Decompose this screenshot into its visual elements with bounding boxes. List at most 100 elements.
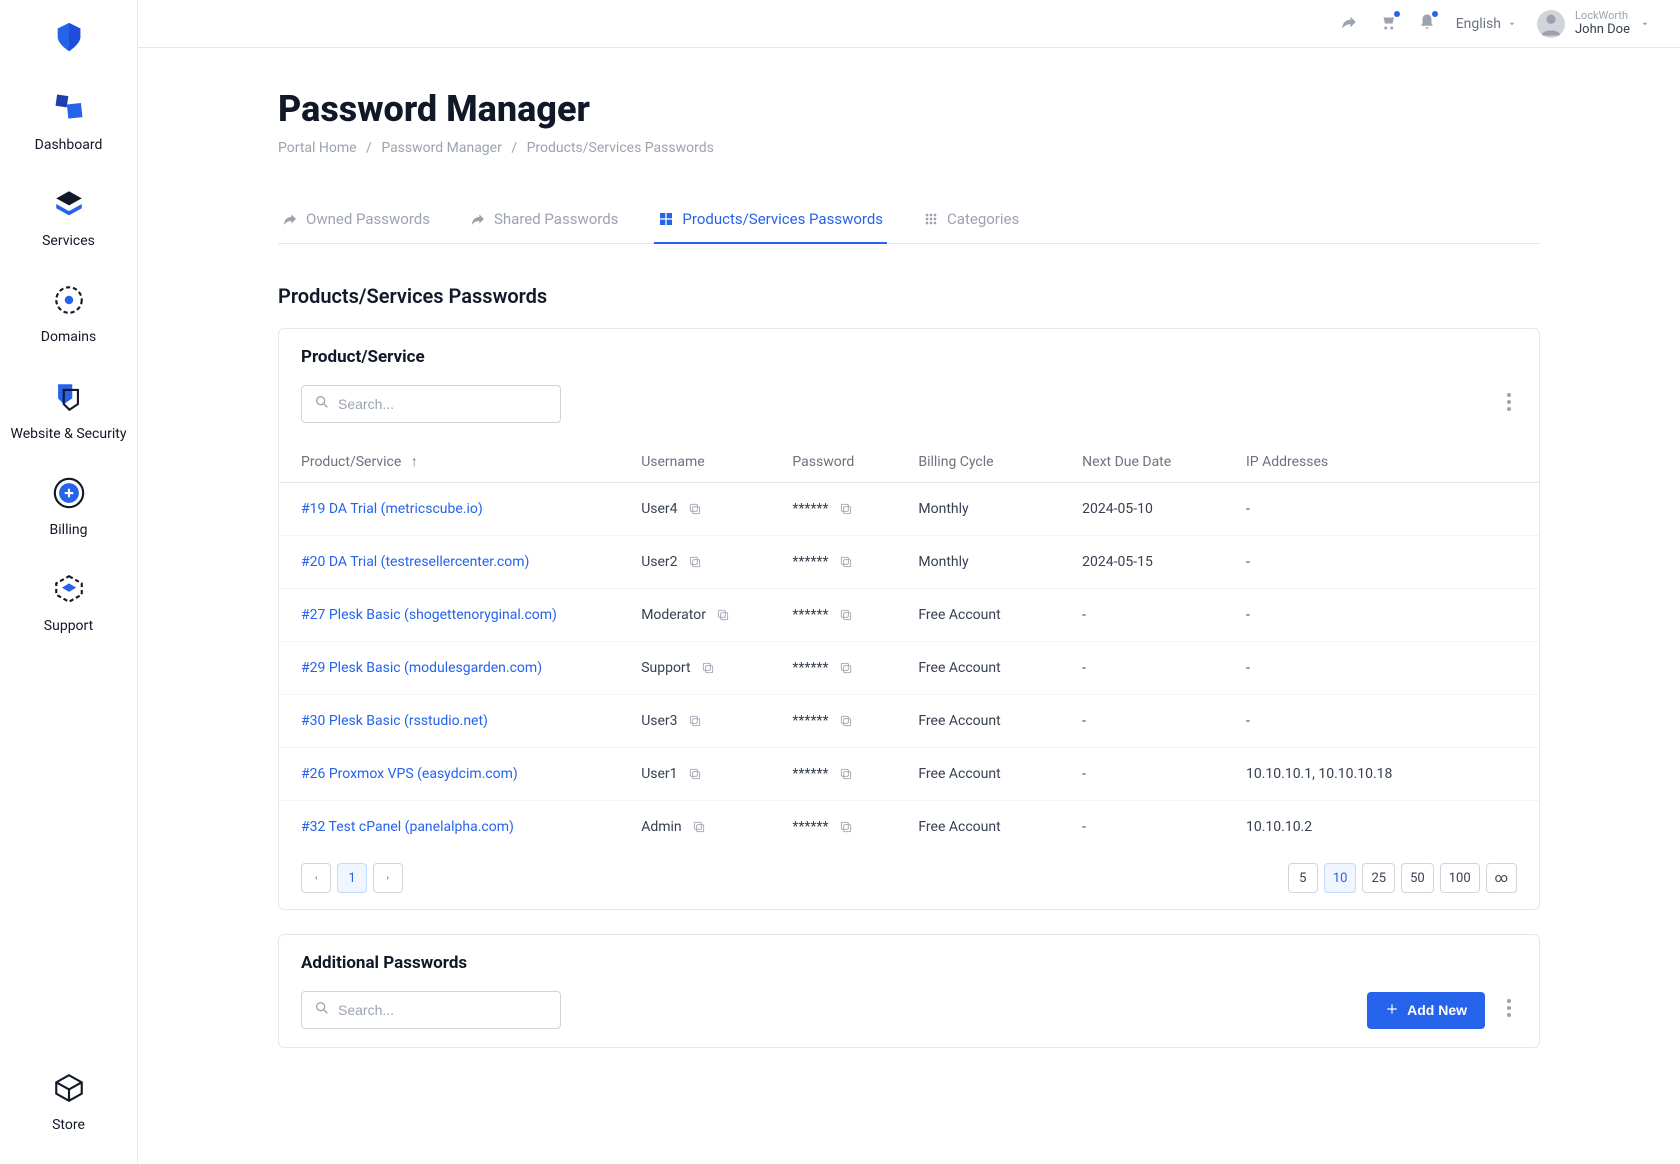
copy-icon[interactable] xyxy=(701,661,715,675)
copy-icon[interactable] xyxy=(688,714,702,728)
sidebar-item-billing[interactable]: Billing xyxy=(49,473,89,539)
sidebar-item-store[interactable]: Store xyxy=(49,1068,89,1134)
page-size-50[interactable]: 50 xyxy=(1401,863,1434,893)
pager-page-1[interactable]: 1 xyxy=(337,863,367,893)
search-input[interactable] xyxy=(338,1002,548,1018)
username-value: Moderator xyxy=(641,607,706,623)
pager-next[interactable] xyxy=(373,863,403,893)
sidebar-item-services[interactable]: Services xyxy=(42,184,95,250)
share-icon[interactable] xyxy=(1340,13,1358,35)
support-icon xyxy=(49,569,89,609)
username-value: Admin xyxy=(641,819,681,835)
breadcrumb-parent[interactable]: Password Manager xyxy=(381,140,502,156)
password-value: ****** xyxy=(792,501,828,517)
due-date-value: - xyxy=(1060,695,1224,748)
product-link[interactable]: #19 DA Trial (metricscube.io) xyxy=(301,501,483,517)
user-menu[interactable]: LockWorth John Doe xyxy=(1537,9,1650,38)
language-selector[interactable]: English xyxy=(1456,16,1517,32)
tab-label: Categories xyxy=(947,210,1019,228)
sidebar-item-support[interactable]: Support xyxy=(44,569,93,635)
copy-icon[interactable] xyxy=(716,608,730,622)
copy-icon[interactable] xyxy=(839,555,853,569)
section-title: Products/Services Passwords xyxy=(278,284,1540,308)
col-billing-cycle[interactable]: Billing Cycle xyxy=(896,441,1060,483)
add-new-button[interactable]: Add New xyxy=(1367,992,1485,1029)
table-row: #27 Plesk Basic (shogettenoryginal.com) M… xyxy=(279,589,1539,642)
grid-icon xyxy=(658,211,674,227)
copy-icon[interactable] xyxy=(839,714,853,728)
username-value: User2 xyxy=(641,554,677,570)
sidebar: Dashboard Services Domains Website & Sec… xyxy=(0,0,138,1164)
main-content: Password Manager Portal Home / Password … xyxy=(138,48,1680,1164)
search-input[interactable] xyxy=(338,396,548,412)
tab-products-services-passwords[interactable]: Products/Services Passwords xyxy=(654,196,887,244)
user-name: John Doe xyxy=(1575,22,1630,38)
tab-categories[interactable]: Categories xyxy=(919,196,1023,244)
tabs: Owned Passwords Shared Passwords Product… xyxy=(278,196,1540,244)
password-value: ****** xyxy=(792,554,828,570)
search-icon xyxy=(314,394,330,414)
bell-icon[interactable] xyxy=(1418,13,1436,35)
cart-icon[interactable] xyxy=(1378,13,1398,35)
copy-icon[interactable] xyxy=(688,767,702,781)
due-date-value: - xyxy=(1060,801,1224,854)
sidebar-item-label: Website & Security xyxy=(11,425,127,443)
panel-menu-button[interactable] xyxy=(1501,993,1517,1027)
table-row: #32 Test cPanel (panelalpha.com)Admin***… xyxy=(279,801,1539,854)
page-size-100[interactable]: 100 xyxy=(1440,863,1480,893)
copy-icon[interactable] xyxy=(839,820,853,834)
product-link[interactable]: #29 Plesk Basic (modulesgarden.com) xyxy=(301,660,542,676)
product-link[interactable]: #26 Proxmox VPS (easydcim.com) xyxy=(301,766,518,782)
ip-value: - xyxy=(1224,536,1539,589)
pager: 1 xyxy=(301,863,403,893)
page-size-25[interactable]: 25 xyxy=(1362,863,1395,893)
col-username[interactable]: Username xyxy=(619,441,770,483)
billing-value: Free Account xyxy=(896,642,1060,695)
product-link[interactable]: #30 Plesk Basic (rsstudio.net) xyxy=(301,713,488,729)
tab-label: Owned Passwords xyxy=(306,210,430,228)
table-row: #29 Plesk Basic (modulesgarden.com)Suppo… xyxy=(279,642,1539,695)
tab-label: Shared Passwords xyxy=(494,210,618,228)
search-input-wrapper xyxy=(301,385,561,423)
logo xyxy=(52,20,86,58)
copy-icon[interactable] xyxy=(839,502,853,516)
product-link[interactable]: #20 DA Trial (testresellercenter.com) xyxy=(301,554,529,570)
password-value: ****** xyxy=(792,766,828,782)
tab-shared-passwords[interactable]: Shared Passwords xyxy=(466,196,622,244)
panel-menu-button[interactable] xyxy=(1501,387,1517,421)
billing-value: Free Account xyxy=(896,748,1060,801)
page-size-5[interactable]: 5 xyxy=(1288,863,1318,893)
col-password[interactable]: Password xyxy=(770,441,896,483)
page-size-∞[interactable]: ∞ xyxy=(1486,863,1517,893)
col-product-service[interactable]: Product/Service ↑ xyxy=(279,441,619,483)
copy-icon[interactable] xyxy=(692,820,706,834)
table-row: #19 DA Trial (metricscube.io)User4******… xyxy=(279,483,1539,536)
table-row: #30 Plesk Basic (rsstudio.net)User3*****… xyxy=(279,695,1539,748)
sidebar-item-label: Domains xyxy=(41,328,96,346)
due-date-value: - xyxy=(1060,642,1224,695)
sidebar-item-label: Support xyxy=(44,617,93,635)
page-size-10[interactable]: 10 xyxy=(1324,863,1357,893)
sidebar-item-domains[interactable]: Domains xyxy=(41,280,96,346)
products-table: Product/Service ↑ Username Password Bill… xyxy=(279,441,1539,853)
col-next-due-date[interactable]: Next Due Date xyxy=(1060,441,1224,483)
breadcrumb-home[interactable]: Portal Home xyxy=(278,140,357,156)
product-link[interactable]: #27 Plesk Basic (shogettenoryginal.com) xyxy=(301,607,557,623)
sidebar-item-dashboard[interactable]: Dashboard xyxy=(35,88,103,154)
pager-prev[interactable] xyxy=(301,863,331,893)
tab-owned-passwords[interactable]: Owned Passwords xyxy=(278,196,434,244)
avatar xyxy=(1537,10,1565,38)
sidebar-item-website-security[interactable]: Website & Security xyxy=(11,377,127,443)
product-service-panel: Product/Service Product/Service ↑ Userna… xyxy=(278,328,1540,910)
copy-icon[interactable] xyxy=(839,767,853,781)
billing-value: Free Account xyxy=(896,589,1060,642)
ip-value: 10.10.10.1, 10.10.10.18 xyxy=(1224,748,1539,801)
copy-icon[interactable] xyxy=(839,608,853,622)
product-link[interactable]: #32 Test cPanel (panelalpha.com) xyxy=(301,819,514,835)
billing-value: Free Account xyxy=(896,801,1060,854)
breadcrumb: Portal Home / Password Manager / Product… xyxy=(278,140,1540,156)
copy-icon[interactable] xyxy=(688,502,702,516)
col-ip-addresses[interactable]: IP Addresses xyxy=(1224,441,1539,483)
copy-icon[interactable] xyxy=(839,661,853,675)
copy-icon[interactable] xyxy=(688,555,702,569)
